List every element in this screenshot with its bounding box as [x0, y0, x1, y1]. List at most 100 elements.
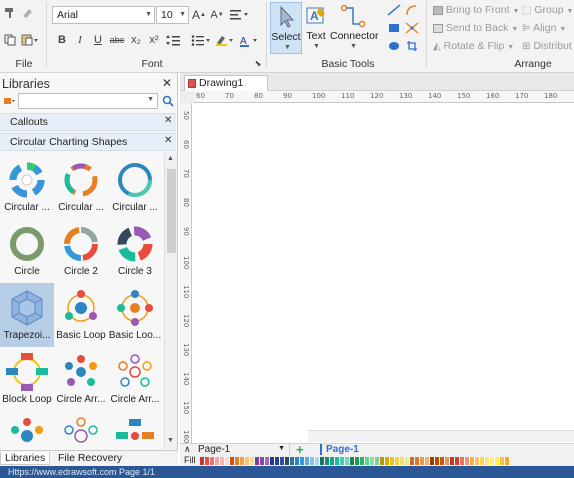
library-section-circular[interactable]: Circular Charting Shapes: [0, 133, 176, 151]
scrollbar-thumb[interactable]: [167, 169, 176, 253]
library-section-callouts[interactable]: Callouts: [0, 113, 176, 131]
superscript-button[interactable]: x²: [147, 33, 161, 47]
distribute-button[interactable]: ⊞ Distribut: [522, 40, 572, 52]
shape-circle-2[interactable]: Circle 2: [54, 219, 108, 283]
shape-circle-arrow[interactable]: Circle Arr...: [54, 347, 108, 411]
eraser-icon[interactable]: [20, 6, 34, 20]
shape-basic-loop-2[interactable]: Basic Loo...: [108, 283, 162, 347]
scroll-up-icon[interactable]: ▲: [167, 155, 174, 162]
align-button[interactable]: ⊫ Align ▼: [522, 22, 566, 34]
arc-tool-icon[interactable]: [404, 3, 420, 17]
ruler-tick-label: 110: [341, 92, 355, 100]
shape-circular-2[interactable]: Circular ...: [54, 155, 108, 219]
shape-basic-loop[interactable]: Basic Loop: [54, 283, 108, 347]
bullets-icon[interactable]: [190, 33, 212, 47]
ruler-tick-label: 150: [457, 92, 471, 100]
strikethrough-button[interactable]: abc: [108, 33, 126, 47]
group-label-basic-tools: Basic Tools: [321, 58, 375, 70]
page-selector[interactable]: Page-1 ▼: [198, 444, 290, 456]
shape-thumbnail: [65, 290, 97, 322]
font-color-icon[interactable]: A: [238, 33, 260, 47]
copy-icon[interactable]: [3, 33, 17, 47]
library-scrollbar[interactable]: ▲ ▼: [164, 153, 177, 449]
rotate-flip-button[interactable]: ◭ Rotate & Flip ▼: [433, 40, 514, 52]
align-menu-icon[interactable]: [228, 7, 250, 23]
close-icon[interactable]: ✕: [162, 76, 172, 90]
shape-circle[interactable]: Circle: [0, 219, 54, 283]
shape-circle-3[interactable]: Circle 3: [108, 219, 162, 283]
bold-button[interactable]: B: [56, 33, 68, 47]
shape-thumbnail: [64, 417, 98, 443]
ribbon: File Arial ▼ 10 ▼ A ▲ A ▼ B I U abc x₂ x² …: [0, 0, 574, 73]
polyline-tool-icon[interactable]: [404, 21, 420, 35]
close-icon[interactable]: ✕: [164, 115, 172, 126]
font-size-combo[interactable]: 10 ▼: [156, 6, 189, 24]
send-to-back-label: Send to Back: [445, 22, 509, 34]
line-spacing-icon[interactable]: [164, 33, 186, 47]
close-icon[interactable]: ✕: [164, 135, 172, 146]
shape-cycle-1[interactable]: [0, 411, 54, 448]
shape-block-loop[interactable]: Block Loop: [0, 347, 54, 411]
paste-icon[interactable]: [20, 33, 40, 47]
page-tab-active[interactable]: Page-1: [320, 444, 363, 455]
tab-file-recovery[interactable]: File Recovery: [58, 452, 122, 464]
cursor-icon: [280, 5, 295, 28]
library-menu-icon[interactable]: [2, 93, 16, 109]
library-search-input[interactable]: ▼: [18, 93, 158, 109]
ruler-tick-label: 60: [196, 92, 205, 100]
group-button[interactable]: ⬚ Group ▼: [522, 4, 573, 16]
ellipse-tool-icon[interactable]: [386, 39, 402, 53]
highlight-color-icon[interactable]: [214, 33, 236, 47]
connector-tool-button[interactable]: Connector ▼: [330, 2, 378, 54]
ribbon-separator: [46, 2, 47, 68]
font-name-combo[interactable]: Arial ▼: [52, 6, 155, 24]
shape-thumbnail: [64, 163, 98, 197]
underline-button[interactable]: U: [92, 33, 104, 47]
shape-thumbnail: [11, 418, 43, 442]
document-tab[interactable]: Drawing1: [184, 75, 268, 91]
scroll-down-icon[interactable]: ▼: [167, 437, 174, 444]
color-swatch[interactable]: [505, 457, 510, 465]
group-label: Group: [534, 4, 564, 16]
ruler-tick-label: 170: [515, 92, 529, 100]
chevron-up-icon[interactable]: ∧: [184, 444, 191, 455]
subscript-button[interactable]: x₂: [129, 33, 143, 47]
shape-circle-arrow-2[interactable]: Circle Arr...: [108, 347, 162, 411]
shape-circular-1[interactable]: Circular ...: [0, 155, 54, 219]
shape-cycle-3[interactable]: [108, 411, 162, 448]
chevron-down-icon: ▼: [284, 44, 291, 51]
bring-to-front-button[interactable]: Bring to Front ▼: [433, 4, 519, 16]
line-tool-icon[interactable]: [386, 3, 402, 17]
shape-trapezoid[interactable]: Trapezoi...: [0, 283, 54, 347]
chevron-down-icon: ▼: [559, 26, 567, 33]
italic-button[interactable]: I: [74, 33, 86, 47]
color-palette: Fill: [180, 455, 574, 466]
section-callouts-label: Callouts: [10, 116, 48, 128]
add-page-button[interactable]: +: [296, 442, 304, 457]
shape-thumbnail: [11, 290, 43, 326]
rectangle-tool-icon[interactable]: [386, 21, 402, 35]
align-label: Align: [533, 22, 557, 34]
canvas-horizontal-scrollbar[interactable]: [308, 430, 574, 442]
document-tab-bar: Drawing1: [180, 73, 574, 91]
dialog-launcher-icon[interactable]: ⬊: [253, 58, 263, 68]
shape-label: Circular ...: [112, 202, 158, 213]
chevron-down-icon: ▼: [507, 44, 515, 51]
page-selector-value: Page-1: [198, 444, 231, 455]
tab-libraries[interactable]: Libraries: [0, 452, 51, 465]
shrink-font-icon[interactable]: A ▼: [210, 7, 224, 23]
text-tool-button[interactable]: A Text ▼: [302, 2, 330, 54]
send-to-back-button[interactable]: Send to Back ▼: [433, 22, 518, 34]
grow-font-icon[interactable]: A ▲: [192, 7, 206, 23]
shape-cycle-2[interactable]: [54, 411, 108, 448]
shape-circular-3[interactable]: Circular ...: [108, 155, 162, 219]
search-icon[interactable]: [161, 93, 175, 109]
crop-tool-icon[interactable]: [404, 39, 420, 53]
select-tool-button[interactable]: Select ▼: [270, 2, 302, 54]
ruler-tick-label: 90: [283, 92, 292, 100]
ruler-tick-label: 160: [182, 430, 190, 444]
chevron-down-icon: ▼: [512, 8, 520, 15]
drawing-canvas[interactable]: [193, 104, 574, 443]
shape-label: Basic Loo...: [108, 330, 162, 341]
format-painter-icon[interactable]: [3, 6, 17, 20]
